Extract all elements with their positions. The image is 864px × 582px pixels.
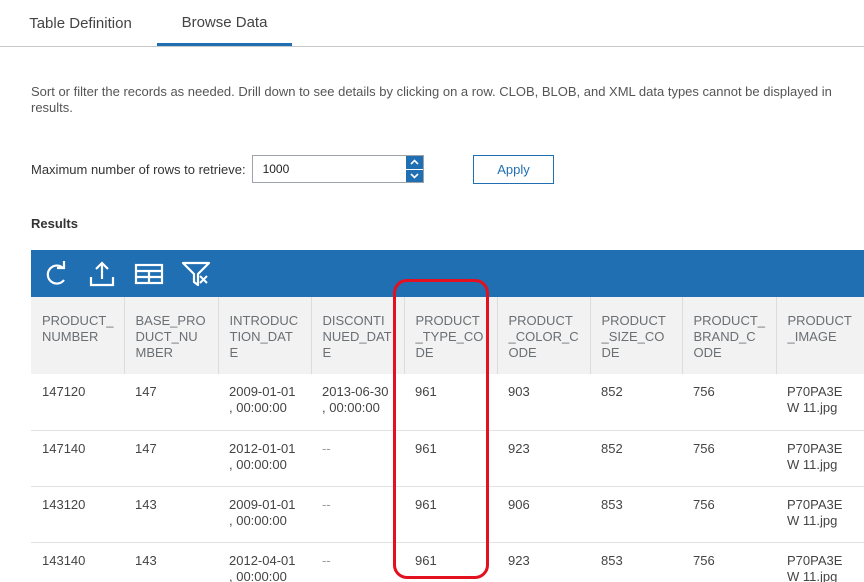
increment-button[interactable]	[406, 156, 423, 169]
table-cell: 853	[590, 542, 682, 582]
table-cell: --	[311, 542, 404, 582]
table-cell: --	[311, 430, 404, 487]
refresh-icon	[46, 261, 66, 285]
apply-button[interactable]: Apply	[473, 155, 554, 184]
results-toolbar	[31, 250, 864, 297]
column-header[interactable]: PRODUCT_TYPE_CODE	[404, 297, 498, 374]
spinner-arrows	[405, 156, 423, 183]
column-header[interactable]: INTRODUCTION_DATE	[218, 297, 312, 374]
column-header[interactable]: BASE_PRODUCT_NUMBER	[124, 297, 219, 374]
table-cell: 2012-01-01 , 00:00:00	[218, 430, 311, 487]
column-header[interactable]: PRODUCT_BRAND_CODE	[682, 297, 777, 374]
refresh-button[interactable]	[40, 258, 72, 290]
table-cell: 853	[590, 486, 682, 543]
columns-button[interactable]	[133, 258, 165, 290]
table-cell: 756	[682, 542, 776, 582]
export-icon	[89, 261, 115, 287]
table-cell: --	[311, 486, 404, 543]
table-cell: 147	[124, 430, 218, 487]
table-cell: 961	[404, 374, 497, 431]
results-table: PRODUCT_NUMBER BASE_PRODUCT_NUMBER INTRO…	[31, 297, 864, 582]
chevron-up-icon	[410, 159, 419, 165]
table-row[interactable]: 147120 147 2009-01-01 , 00:00:00 2013-06…	[31, 374, 864, 431]
table-cell: 756	[682, 430, 776, 487]
table-cell: 147	[124, 374, 218, 431]
column-header[interactable]: PRODUCT_COLOR_CODE	[497, 297, 591, 374]
table-cell: 2012-04-01 , 00:00:00	[218, 542, 311, 582]
tab-table-definition[interactable]: Table Definition	[14, 0, 147, 46]
table-cell: 961	[404, 486, 497, 543]
table-cell: 906	[497, 486, 590, 543]
column-header[interactable]: DISCONTINUED_DATE	[311, 297, 405, 374]
table-cell: 923	[497, 430, 590, 487]
table-cell: 147140	[31, 430, 124, 487]
table-cell: P70PA3EW 11.jpg	[776, 542, 864, 582]
tab-browse-data[interactable]: Browse Data	[157, 0, 292, 46]
header-row: PRODUCT_NUMBER BASE_PRODUCT_NUMBER INTRO…	[31, 297, 864, 374]
results-heading: Results	[31, 216, 78, 231]
max-rows-spinner	[251, 155, 424, 183]
table-row[interactable]: 147140 147 2012-01-01 , 00:00:00 -- 961 …	[31, 430, 864, 487]
tab-bar: Table Definition Browse Data	[0, 0, 864, 47]
decrement-button[interactable]	[405, 168, 423, 183]
table-cell: 961	[404, 430, 497, 487]
table-cell: P70PA3EW 11.jpg	[776, 374, 864, 431]
table-cell: P70PA3EW 11.jpg	[776, 430, 864, 487]
filter-icon	[181, 261, 211, 287]
table-cell: 903	[497, 374, 590, 431]
columns-icon	[134, 263, 164, 285]
table-cell: 852	[590, 430, 682, 487]
table-cell: 143	[124, 486, 218, 543]
table-cell: 2009-01-01 , 00:00:00	[218, 374, 311, 431]
export-button[interactable]	[86, 258, 118, 290]
table-cell: 852	[590, 374, 682, 431]
table-cell: 923	[497, 542, 590, 582]
table-row[interactable]: 143120 143 2009-01-01 , 00:00:00 -- 961 …	[31, 486, 864, 543]
table-cell: 2013-06-30 , 00:00:00	[311, 374, 404, 431]
table-cell: 756	[682, 374, 776, 431]
table-cell: 143120	[31, 486, 124, 543]
filter-button[interactable]	[180, 258, 212, 290]
max-rows-input[interactable]	[252, 156, 405, 182]
instructions-text: Sort or filter the records as needed. Dr…	[31, 84, 832, 115]
column-header[interactable]: PRODUCT_SIZE_CODE	[590, 297, 683, 374]
max-rows-label: Maximum number of rows to retrieve:	[31, 161, 246, 177]
table-cell: 143140	[31, 542, 124, 582]
table-cell: P70PA3EW 11.jpg	[776, 486, 864, 543]
table-cell: 2009-01-01 , 00:00:00	[218, 486, 311, 543]
table-cell: 143	[124, 542, 218, 582]
column-header[interactable]: PRODUCT_NUMBER	[31, 297, 125, 374]
max-rows-row: Maximum number of rows to retrieve:	[31, 155, 424, 183]
table-cell: 961	[404, 542, 497, 582]
table-cell: 756	[682, 486, 776, 543]
table-cell: 147120	[31, 374, 124, 431]
column-header[interactable]: PRODUCT_IMAGE	[776, 297, 864, 374]
table-row[interactable]: 143140 143 2012-04-01 , 00:00:00 -- 961 …	[31, 542, 864, 582]
chevron-down-icon	[410, 173, 419, 179]
